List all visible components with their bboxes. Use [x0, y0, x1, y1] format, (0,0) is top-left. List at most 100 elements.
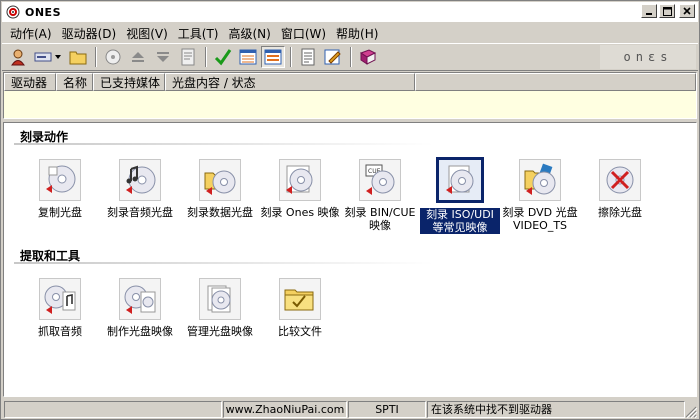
title-bar[interactable]: ONES	[2, 2, 698, 22]
menu-advanced[interactable]: 高级(N)	[224, 24, 276, 42]
menu-tools[interactable]: 工具(T)	[174, 24, 225, 42]
tile-burn-iso-image[interactable]: 刻录 ISO/UDI 等常见映像	[420, 157, 500, 234]
tile-label: 制作光盘映像	[107, 325, 173, 338]
menu-action[interactable]: 动作(A)	[6, 24, 58, 42]
window-title: ONES	[25, 5, 61, 19]
actions-panel: 刻录动作 复制光盘 刻录音频光盘 刻录数据光盘 刻录 Ones 映像 CUE 刻…	[3, 122, 697, 397]
toolbar: onεs	[2, 43, 698, 71]
status-message: 在该系统中找不到驱动器	[427, 400, 685, 418]
status-interface: SPTI	[348, 400, 426, 418]
tile-label: 刻录 ISO/UDI 等常见映像	[420, 208, 500, 234]
view-icons-button[interactable]	[261, 46, 285, 68]
column-content-status[interactable]: 光盘内容 / 状态	[165, 73, 415, 91]
tile-copy-disc[interactable]: 复制光盘	[20, 159, 100, 219]
tile-label: 管理光盘映像	[187, 325, 253, 338]
minimize-button[interactable]	[641, 4, 657, 18]
menu-window[interactable]: 窗口(W)	[277, 24, 332, 42]
ones-image-icon	[279, 159, 321, 201]
iso-image-icon	[436, 157, 484, 203]
tile-label: 复制光盘	[38, 206, 82, 219]
compare-files-icon	[279, 278, 321, 320]
properties-icon	[181, 48, 195, 66]
tile-label: 刻录音频光盘	[107, 206, 173, 219]
notes-icon	[301, 48, 315, 66]
check-icon	[214, 49, 232, 66]
notes-button[interactable]	[296, 46, 320, 68]
check-button[interactable]	[211, 46, 235, 68]
drive-select-icon	[34, 52, 61, 62]
erase-disc-icon	[599, 159, 641, 201]
load-tray-button[interactable]	[151, 46, 175, 68]
tile-manage-images[interactable]: 管理光盘映像	[180, 278, 260, 338]
drive-info-button[interactable]	[101, 46, 125, 68]
tile-burn-audio[interactable]: 刻录音频光盘	[100, 159, 180, 219]
drive-list-header: 驱动器 名称 已支持媒体 光盘内容 / 状态	[4, 73, 696, 91]
section-divider	[14, 262, 434, 264]
open-folder-button[interactable]	[66, 46, 90, 68]
tile-compare-files[interactable]: 比较文件	[260, 278, 340, 338]
column-name[interactable]: 名称	[56, 73, 93, 91]
app-window: ONES 动作(A) 驱动器(D) 视图(V) 工具(T) 高级(N) 窗口(W…	[0, 0, 700, 420]
tile-label: 比较文件	[278, 325, 322, 338]
eject-button[interactable]	[126, 46, 150, 68]
properties-button[interactable]	[176, 46, 200, 68]
tile-label: 刻录 DVD 光盘 VIDEO_TS	[502, 206, 578, 232]
column-filler	[415, 73, 696, 91]
toolbar-separator	[350, 47, 352, 67]
help-button[interactable]	[356, 46, 380, 68]
tile-rip-audio[interactable]: 抓取音频	[20, 278, 100, 338]
brand-logo: onεs	[600, 45, 696, 69]
tile-erase-disc[interactable]: 擦除光盘	[580, 159, 660, 219]
drive-list[interactable]: 驱动器 名称 已支持媒体 光盘内容 / 状态	[3, 72, 697, 119]
tile-label: 抓取音频	[38, 325, 82, 338]
column-drive[interactable]: 驱动器	[4, 73, 56, 91]
edit-button[interactable]	[321, 46, 345, 68]
edit-icon	[324, 49, 341, 65]
help-book-icon	[359, 49, 377, 65]
menu-help[interactable]: 帮助(H)	[332, 24, 384, 42]
eject-icon	[132, 52, 144, 62]
menu-bar: 动作(A) 驱动器(D) 视图(V) 工具(T) 高级(N) 窗口(W) 帮助(…	[2, 23, 698, 42]
burn-wizard-button[interactable]	[6, 46, 30, 68]
column-media[interactable]: 已支持媒体	[93, 73, 165, 91]
tile-burn-bin-cue[interactable]: CUE 刻录 BIN/CUE 映像	[340, 159, 420, 232]
burn-wizard-icon	[11, 49, 25, 66]
toolbar-separator	[205, 47, 207, 67]
tile-make-image[interactable]: 制作光盘映像	[100, 278, 180, 338]
status-watermark: www.ZhaoNiuPai.com	[223, 400, 347, 418]
rip-audio-icon	[39, 278, 81, 320]
tile-burn-data[interactable]: 刻录数据光盘	[180, 159, 260, 219]
menu-view[interactable]: 视图(V)	[122, 24, 174, 42]
drive-select-button[interactable]	[31, 46, 65, 68]
open-folder-icon	[69, 51, 87, 65]
view-list-button[interactable]	[236, 46, 260, 68]
dvd-video-icon	[519, 159, 561, 201]
tile-label: 擦除光盘	[598, 206, 642, 219]
manage-images-icon	[199, 278, 241, 320]
resize-grip-icon[interactable]	[685, 406, 698, 419]
audio-disc-icon	[119, 159, 161, 201]
status-pane-empty	[4, 400, 222, 418]
section-divider	[14, 143, 434, 145]
load-tray-icon	[157, 52, 169, 62]
drive-info-icon	[105, 49, 121, 65]
toolbar-separator	[290, 47, 292, 67]
brand-text: onεs	[623, 50, 673, 64]
data-disc-icon	[199, 159, 241, 201]
tile-label: 刻录数据光盘	[187, 206, 253, 219]
bin-cue-icon: CUE	[359, 159, 401, 201]
maximize-button[interactable]	[659, 4, 675, 18]
make-image-icon	[119, 278, 161, 320]
menu-drive[interactable]: 驱动器(D)	[58, 24, 123, 42]
tile-label: 刻录 BIN/CUE 映像	[344, 206, 416, 232]
view-list-icon	[239, 49, 257, 65]
app-logo-icon	[5, 4, 21, 20]
close-button[interactable]	[679, 4, 695, 18]
tile-burn-ones-image[interactable]: 刻录 Ones 映像	[260, 159, 340, 219]
status-bar: www.ZhaoNiuPai.com SPTI 在该系统中找不到驱动器	[2, 399, 698, 419]
copy-disc-icon	[39, 159, 81, 201]
view-icons-icon	[264, 49, 282, 65]
tile-burn-dvd-video[interactable]: 刻录 DVD 光盘 VIDEO_TS	[500, 159, 580, 232]
tile-label: 刻录 Ones 映像	[260, 206, 340, 219]
toolbar-separator	[95, 47, 97, 67]
